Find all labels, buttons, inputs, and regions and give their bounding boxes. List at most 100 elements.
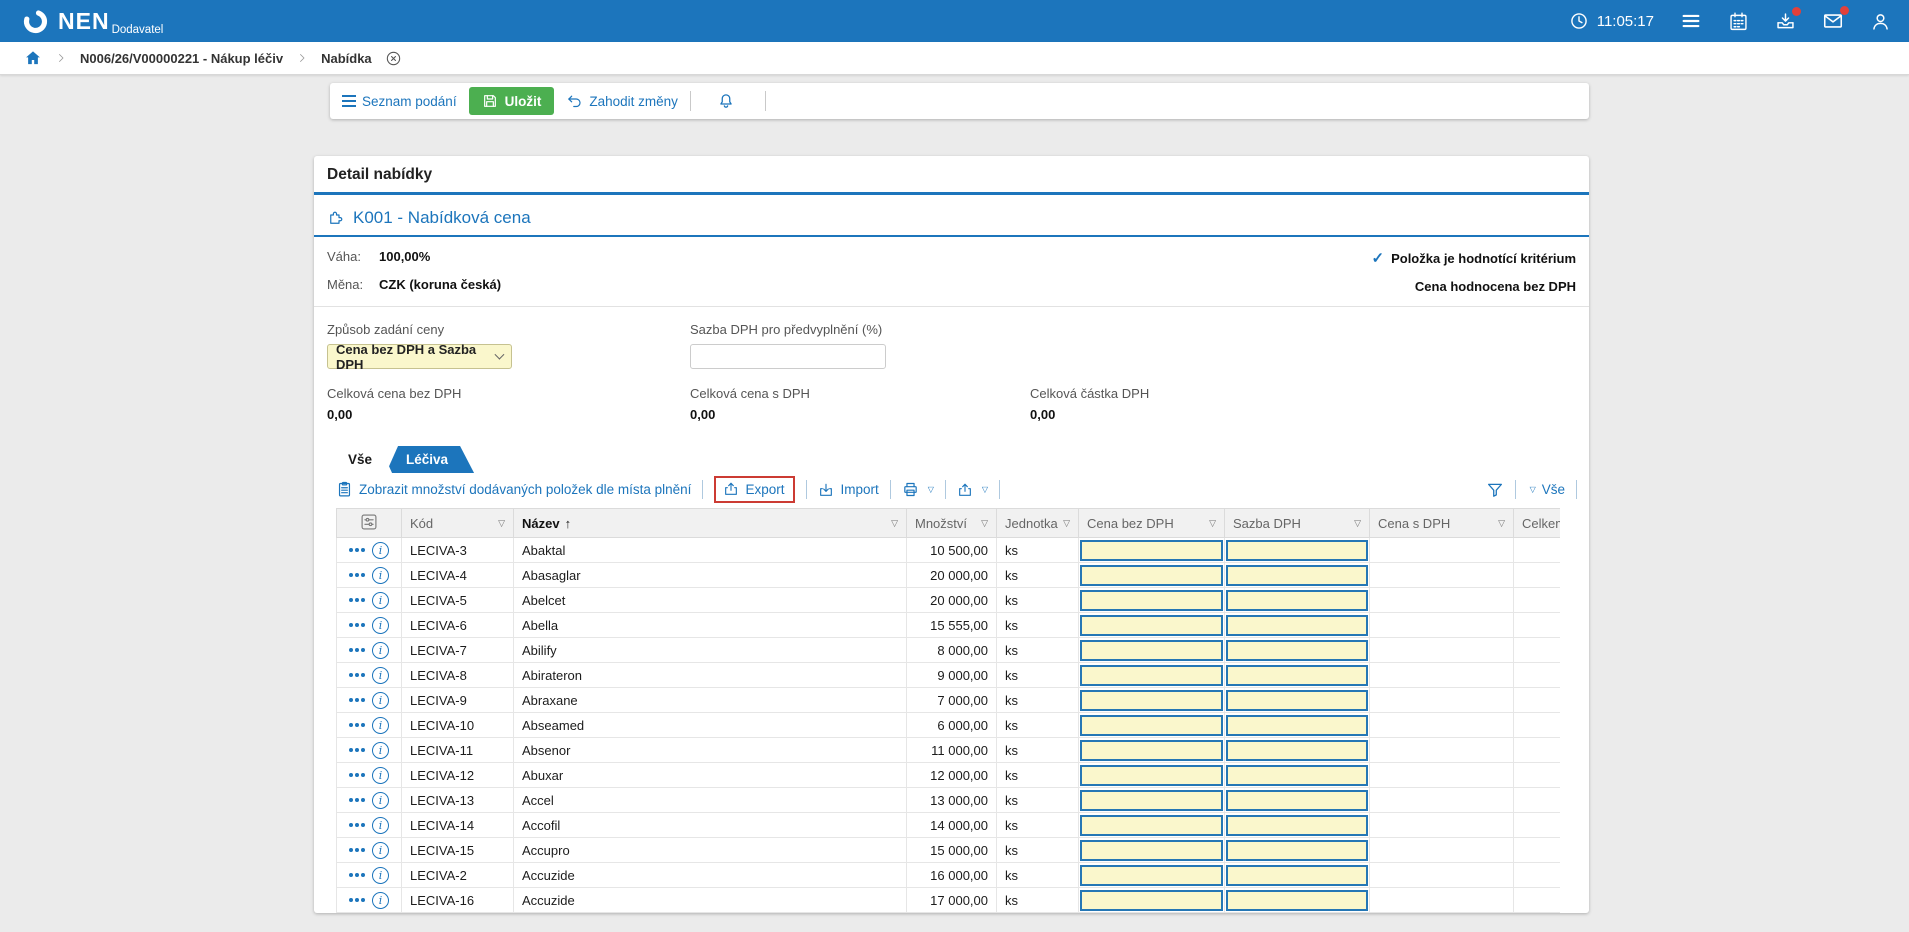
row-menu-icon[interactable] bbox=[349, 548, 365, 552]
row-menu-icon[interactable] bbox=[349, 848, 365, 852]
row-info-icon[interactable]: i bbox=[372, 542, 389, 559]
filter-icon[interactable]: ▽ bbox=[1063, 518, 1070, 529]
price-net-input[interactable] bbox=[1080, 890, 1223, 911]
row-info-icon[interactable]: i bbox=[372, 867, 389, 884]
filter-icon[interactable]: ▽ bbox=[891, 518, 898, 529]
vat-prefill-input[interactable] bbox=[690, 344, 886, 369]
row-menu-icon[interactable] bbox=[349, 623, 365, 627]
row-menu-icon[interactable] bbox=[349, 823, 365, 827]
vat-rate-input[interactable] bbox=[1226, 565, 1368, 586]
column-header-kod[interactable]: Kód ▽ bbox=[402, 509, 514, 538]
filter-icon[interactable]: ▽ bbox=[1354, 518, 1361, 529]
filter-icon[interactable]: ▽ bbox=[981, 518, 988, 529]
print-menu-button[interactable]: ▽ bbox=[902, 481, 934, 498]
row-menu-icon[interactable] bbox=[349, 598, 365, 602]
price-net-input[interactable] bbox=[1080, 615, 1223, 636]
vat-rate-input[interactable] bbox=[1226, 715, 1368, 736]
nen-brand[interactable]: NEN Dodavatel bbox=[22, 8, 163, 35]
vat-rate-input[interactable] bbox=[1226, 590, 1368, 611]
filter-icon[interactable]: ▽ bbox=[1498, 518, 1505, 529]
price-net-input[interactable] bbox=[1080, 690, 1223, 711]
price-net-input[interactable] bbox=[1080, 715, 1223, 736]
price-net-input[interactable] bbox=[1080, 865, 1223, 886]
row-menu-icon[interactable] bbox=[349, 748, 365, 752]
row-info-icon[interactable]: i bbox=[372, 692, 389, 709]
row-info-icon[interactable]: i bbox=[372, 567, 389, 584]
row-info-icon[interactable]: i bbox=[372, 742, 389, 759]
column-header-mnozstvi[interactable]: Množství ▽ bbox=[907, 509, 997, 538]
price-net-input[interactable] bbox=[1080, 740, 1223, 761]
vat-rate-input[interactable] bbox=[1226, 540, 1368, 561]
price-net-input[interactable] bbox=[1080, 765, 1223, 786]
tab-vse[interactable]: Vše bbox=[336, 446, 392, 473]
price-net-input[interactable] bbox=[1080, 565, 1223, 586]
vat-rate-input[interactable] bbox=[1226, 890, 1368, 911]
column-header-cena-bez-dph[interactable]: Cena bez DPH ▽ bbox=[1079, 509, 1225, 538]
row-info-icon[interactable]: i bbox=[372, 792, 389, 809]
row-info-icon[interactable]: i bbox=[372, 717, 389, 734]
filter-icon[interactable]: ▽ bbox=[498, 518, 505, 529]
price-net-input[interactable] bbox=[1080, 815, 1223, 836]
calendar-icon[interactable] bbox=[1728, 11, 1749, 32]
vat-rate-input[interactable] bbox=[1226, 815, 1368, 836]
row-info-icon[interactable]: i bbox=[372, 592, 389, 609]
submission-list-button[interactable]: Seznam podání bbox=[342, 94, 457, 109]
share-menu-button[interactable]: ▽ bbox=[957, 482, 988, 498]
price-net-input[interactable] bbox=[1080, 590, 1223, 611]
close-tab-icon[interactable] bbox=[385, 50, 402, 67]
row-menu-icon[interactable] bbox=[349, 698, 365, 702]
column-header-jednotka[interactable]: Jednotka ▽ bbox=[997, 509, 1079, 538]
row-info-icon[interactable]: i bbox=[372, 892, 389, 909]
save-button[interactable]: Uložit bbox=[469, 87, 555, 115]
row-info-icon[interactable]: i bbox=[372, 642, 389, 659]
user-profile-icon[interactable] bbox=[1870, 11, 1891, 32]
row-menu-icon[interactable] bbox=[349, 798, 365, 802]
price-entry-mode-select[interactable]: Cena bez DPH a Sazba DPH bbox=[327, 344, 512, 369]
column-header-sazba-dph[interactable]: Sazba DPH ▽ bbox=[1225, 509, 1370, 538]
price-net-input[interactable] bbox=[1080, 540, 1223, 561]
import-button[interactable]: Import bbox=[818, 482, 878, 498]
price-net-input[interactable] bbox=[1080, 640, 1223, 661]
vat-rate-input[interactable] bbox=[1226, 740, 1368, 761]
messages-icon[interactable] bbox=[1822, 10, 1844, 32]
filter-icon[interactable]: ▽ bbox=[1209, 518, 1216, 529]
inbox-downloads-icon[interactable] bbox=[1775, 11, 1796, 32]
vat-rate-input[interactable] bbox=[1226, 665, 1368, 686]
price-net-input[interactable] bbox=[1080, 790, 1223, 811]
vat-rate-input[interactable] bbox=[1226, 615, 1368, 636]
column-settings-icon[interactable] bbox=[360, 513, 378, 531]
row-info-icon[interactable]: i bbox=[372, 767, 389, 784]
view-filter-select[interactable]: ▽ Vše bbox=[1527, 482, 1565, 497]
row-info-icon[interactable]: i bbox=[372, 667, 389, 684]
vat-rate-input[interactable] bbox=[1226, 690, 1368, 711]
row-info-icon[interactable]: i bbox=[372, 817, 389, 834]
row-menu-icon[interactable] bbox=[349, 773, 365, 777]
row-menu-icon[interactable] bbox=[349, 648, 365, 652]
filter-funnel-button[interactable] bbox=[1486, 481, 1504, 499]
vat-rate-input[interactable] bbox=[1226, 865, 1368, 886]
notifications-bell-button[interactable] bbox=[717, 92, 735, 110]
row-menu-icon[interactable] bbox=[349, 873, 365, 877]
row-info-icon[interactable]: i bbox=[372, 842, 389, 859]
breadcrumb-item-procedure[interactable]: N006/26/V00000221 - Nákup léčiv bbox=[80, 51, 283, 66]
vat-rate-input[interactable] bbox=[1226, 765, 1368, 786]
breadcrumb-item-current[interactable]: Nabídka bbox=[321, 51, 372, 66]
column-header-celkem[interactable]: Celkem bbox=[1514, 509, 1561, 538]
price-net-input[interactable] bbox=[1080, 840, 1223, 861]
export-button[interactable]: Export bbox=[714, 476, 795, 503]
row-menu-icon[interactable] bbox=[349, 898, 365, 902]
row-menu-icon[interactable] bbox=[349, 723, 365, 727]
column-header-nazev[interactable]: Název ↑ ▽ bbox=[514, 509, 907, 538]
row-menu-icon[interactable] bbox=[349, 673, 365, 677]
vat-rate-input[interactable] bbox=[1226, 840, 1368, 861]
row-info-icon[interactable]: i bbox=[372, 617, 389, 634]
row-menu-icon[interactable] bbox=[349, 573, 365, 577]
price-net-input[interactable] bbox=[1080, 665, 1223, 686]
vat-rate-input[interactable] bbox=[1226, 790, 1368, 811]
tab-leciva[interactable]: Léčiva bbox=[386, 446, 474, 473]
menu-icon[interactable] bbox=[1680, 10, 1702, 32]
home-icon[interactable] bbox=[24, 49, 42, 67]
discard-changes-button[interactable]: Zahodit změny bbox=[566, 93, 678, 110]
show-quantities-button[interactable]: Zobrazit množství dodávaných položek dle… bbox=[336, 481, 691, 498]
vat-rate-input[interactable] bbox=[1226, 640, 1368, 661]
